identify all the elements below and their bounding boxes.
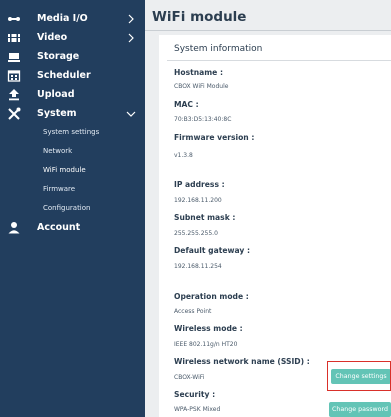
- chevron-down-icon: [126, 111, 136, 117]
- user-icon: [7, 221, 21, 235]
- sidebar-subitem-label: Configuration: [43, 203, 91, 212]
- system-information-card: System information Hostname : CBOX WiFi …: [159, 35, 391, 417]
- video-icon: [7, 31, 21, 45]
- sidebar-subitem-network[interactable]: Network: [0, 142, 145, 159]
- sidebar: Media I/O Video Storage Scheduler Upload…: [0, 0, 145, 417]
- card-divider: [167, 60, 391, 61]
- operation-mode-label: Operation mode :: [174, 292, 249, 301]
- storage-icon: [7, 50, 21, 64]
- tools-icon: [7, 107, 21, 121]
- sidebar-subitem-label: Firmware: [43, 184, 76, 193]
- ssid-label: Wireless network name (SSID) :: [174, 357, 310, 366]
- media-io-icon: [7, 12, 21, 26]
- sidebar-subitem-label: WiFi module: [43, 165, 86, 174]
- wireless-mode-value: IEEE 802.11g/n HT20: [174, 341, 238, 348]
- hostname-value: CBOX WiFi Module: [174, 83, 229, 90]
- subnet-mask-value: 255.255.255.0: [174, 230, 218, 237]
- operation-mode-value: Access Point: [174, 308, 212, 315]
- sidebar-item-account[interactable]: Account: [0, 218, 145, 237]
- ip-address-label: IP address :: [174, 180, 225, 189]
- sidebar-item-system[interactable]: System: [0, 104, 145, 123]
- sidebar-subitem-firmware[interactable]: Firmware: [0, 180, 145, 197]
- sidebar-item-upload[interactable]: Upload: [0, 85, 145, 104]
- highlight-box: [327, 361, 391, 391]
- sidebar-item-label: Video: [37, 32, 68, 43]
- mac-value: 70:B3:D5:13:40:8C: [174, 116, 232, 123]
- mac-label: MAC :: [174, 100, 199, 109]
- sidebar-item-label: Account: [37, 222, 81, 233]
- sidebar-subitem-wifi-module[interactable]: WiFi module: [0, 161, 145, 178]
- default-gateway-value: 192.168.11.254: [174, 263, 222, 270]
- ip-address-value: 192.168.11.200: [174, 197, 222, 204]
- chevron-right-icon: [128, 33, 134, 42]
- sidebar-item-label: Scheduler: [37, 70, 91, 81]
- sidebar-item-label: System: [37, 108, 77, 119]
- sidebar-subitem-label: System settings: [43, 127, 100, 136]
- subnet-mask-label: Subnet mask :: [174, 213, 236, 222]
- sidebar-item-video[interactable]: Video: [0, 28, 145, 47]
- ssid-value: CBOX-WiFi: [174, 374, 205, 381]
- main-content: WiFi module System information Hostname …: [145, 0, 391, 417]
- chevron-right-icon: [128, 14, 134, 23]
- firmware-version-value: v1.3.8: [174, 152, 193, 159]
- sidebar-item-scheduler[interactable]: Scheduler: [0, 66, 145, 85]
- upload-icon: [7, 88, 21, 102]
- security-value: WPA-PSK Mixed: [174, 406, 221, 413]
- sidebar-item-media-io[interactable]: Media I/O: [0, 9, 145, 28]
- wireless-mode-label: Wireless mode :: [174, 324, 243, 333]
- page-title: WiFi module: [152, 9, 247, 25]
- sidebar-subitem-configuration[interactable]: Configuration: [0, 199, 145, 216]
- sidebar-item-label: Storage: [37, 51, 80, 62]
- sidebar-item-label: Upload: [37, 89, 75, 100]
- default-gateway-label: Default gateway :: [174, 246, 251, 255]
- sidebar-item-label: Media I/O: [37, 13, 88, 24]
- card-title: System information: [174, 44, 263, 54]
- security-label: Security :: [174, 390, 216, 399]
- hostname-label: Hostname :: [174, 68, 223, 77]
- change-password-button[interactable]: Change password: [329, 402, 391, 417]
- firmware-version-label: Firmware version :: [174, 133, 255, 142]
- sidebar-subitem-label: Network: [43, 146, 73, 155]
- title-divider: [145, 30, 391, 31]
- sidebar-subitem-system-settings[interactable]: System settings: [0, 123, 145, 140]
- sidebar-item-storage[interactable]: Storage: [0, 47, 145, 66]
- calendar-icon: [7, 69, 21, 83]
